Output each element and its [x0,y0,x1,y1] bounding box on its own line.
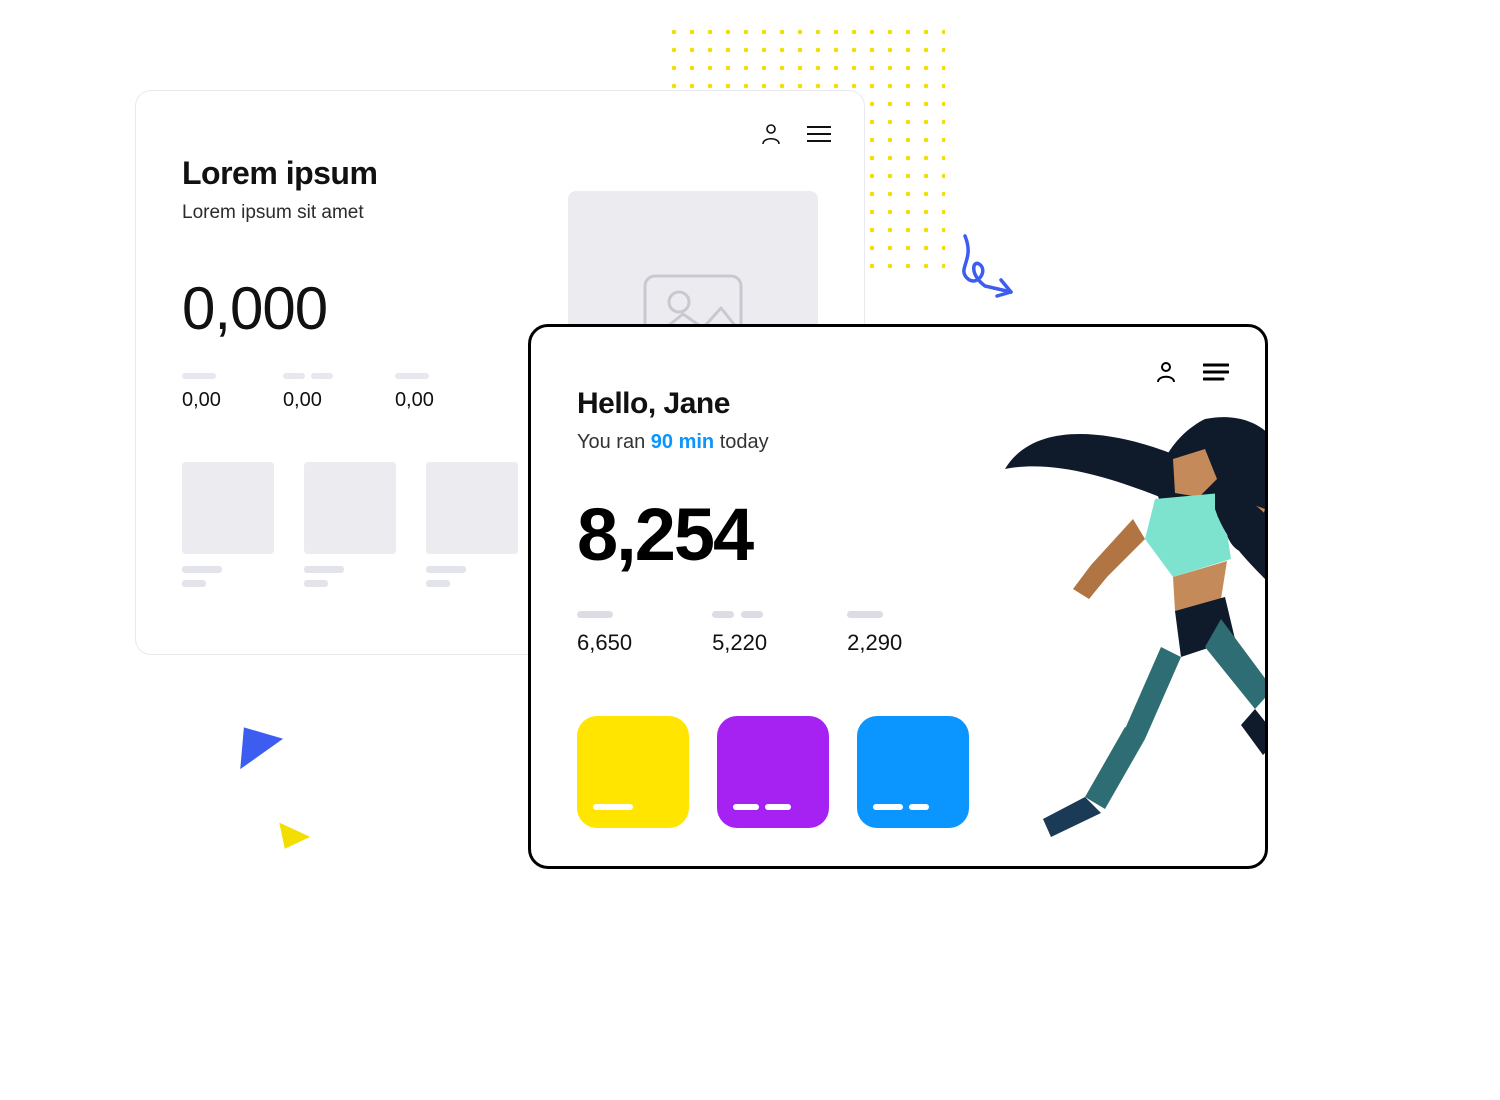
wireframe-metric: 0,00 [283,373,333,412]
metric-value: 2,290 [847,630,902,656]
decorative-arrow [955,230,1035,310]
wireframe-metric: 0,00 [182,373,221,412]
run-summary-prefix: You ran [577,431,651,453]
metric-item: 2,290 [847,611,902,656]
metric-value: 0,00 [283,389,333,412]
metric-item: 6,650 [577,611,632,656]
metric-value: 5,220 [712,630,767,656]
menu-icon[interactable] [1203,359,1229,385]
decorative-triangle-yellow [274,813,310,848]
activity-tile-purple[interactable] [717,716,829,828]
wireframe-title: Lorem ipsum [182,155,818,192]
wireframe-thumbnail [182,462,274,587]
runner-illustration [995,389,1268,849]
decorative-triangle-blue [240,727,284,772]
wireframe-thumbnail [426,462,518,587]
activity-tile-yellow[interactable] [577,716,689,828]
user-icon[interactable] [758,121,784,147]
user-icon[interactable] [1153,359,1179,385]
menu-icon[interactable] [806,121,832,147]
fitness-dashboard-card: Hello, Jane You ran 90 min today 8,254 6… [528,324,1268,869]
activity-tile-blue[interactable] [857,716,969,828]
metric-value: 6,650 [577,630,632,656]
wireframe-thumbnail [304,462,396,587]
metric-item: 5,220 [712,611,767,656]
run-duration-highlight: 90 min [651,431,714,453]
metric-value: 0,00 [182,389,221,412]
run-summary-suffix: today [714,431,768,453]
metric-value: 0,00 [395,389,434,412]
wireframe-metric: 0,00 [395,373,434,412]
